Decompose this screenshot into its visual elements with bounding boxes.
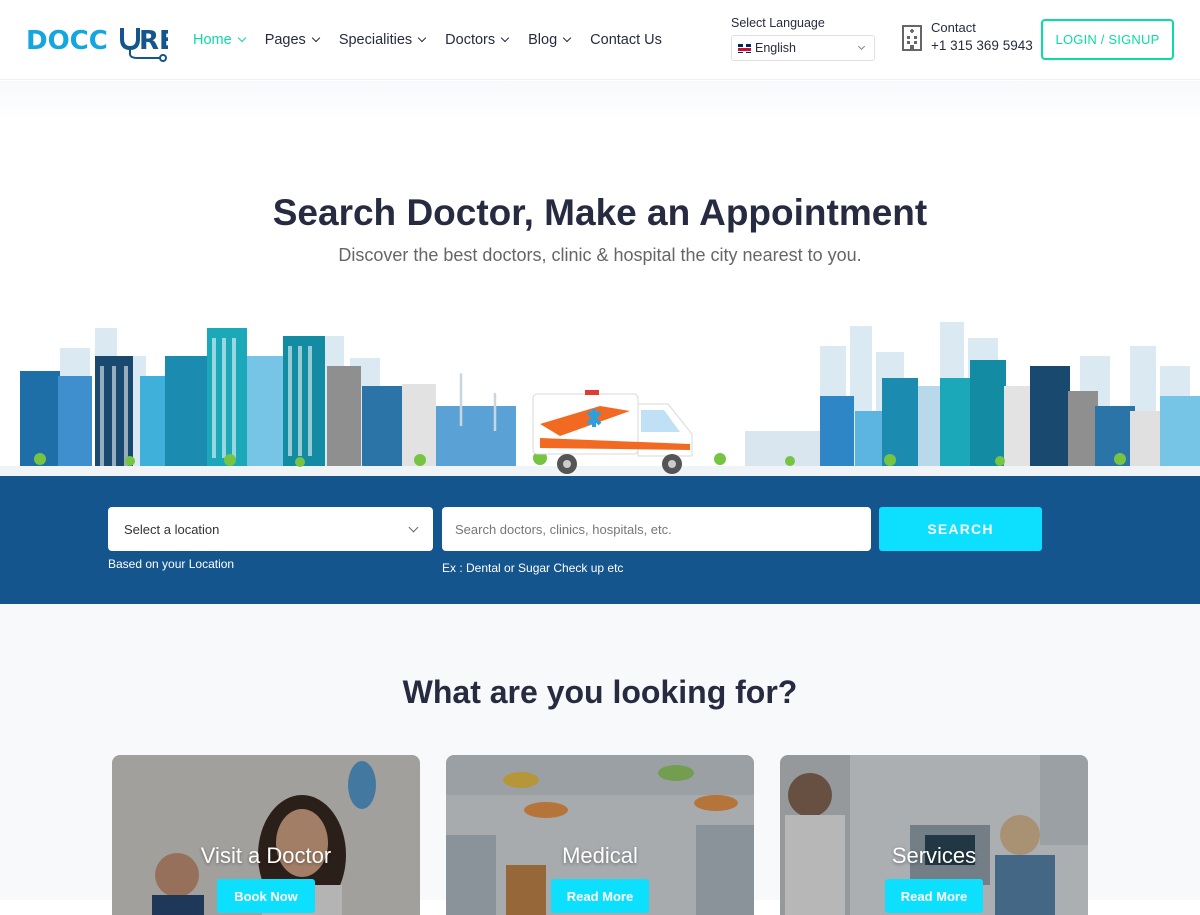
search-band: Select a location Based on your Location… — [0, 476, 1200, 604]
search-hint: Ex : Dental or Sugar Check up etc — [442, 561, 624, 575]
chevron-down-icon — [500, 33, 510, 43]
section-title: What are you looking for? — [402, 674, 798, 710]
nav-specialities-label: Specialities — [338, 32, 413, 48]
language-label: Select Language — [731, 16, 825, 30]
hospital-building-icon — [902, 24, 922, 51]
read-more-button[interactable]: Read More — [551, 879, 649, 913]
book-now-button[interactable]: Book Now — [217, 879, 315, 913]
nav-contact-us-label: Contact Us — [590, 32, 662, 48]
city-illustration — [0, 322, 1200, 476]
contact-info: Contact +1 315 369 5943 — [899, 20, 1033, 53]
logo[interactable]: DOCC RE — [26, 22, 177, 62]
card-title: Services — [891, 843, 977, 868]
read-more-button[interactable]: Read More — [885, 879, 983, 913]
card-title: Visit a Doctor — [200, 843, 332, 868]
chevron-down-icon — [237, 33, 246, 43]
login-signup-button[interactable]: LOGIN / SIGNUP — [1041, 19, 1174, 60]
card-medical[interactable]: Medical Read More — [446, 755, 754, 915]
contact-phone[interactable]: +1 315 369 5943 — [931, 38, 1033, 53]
logo-text-a: DOCC — [26, 26, 108, 56]
card-services[interactable]: Services Read More — [780, 755, 1088, 915]
nav-home-label: Home — [193, 32, 232, 48]
hero-title: Search Doctor, Make an Appointment — [272, 192, 928, 233]
chevron-down-icon — [857, 42, 866, 51]
location-hint: Based on your Location — [108, 557, 235, 571]
main-nav: Home Pages Specialities Doctors Blog Con… — [193, 30, 682, 50]
nav-contact-us[interactable]: Contact Us — [590, 30, 662, 50]
ambulance-icon — [532, 390, 693, 474]
language-select[interactable]: English — [731, 35, 875, 61]
chevron-down-icon — [417, 33, 427, 43]
hero-section: Search Doctor, Make an Appointment Disco… — [0, 81, 1200, 476]
nav-pages-label: Pages — [264, 32, 306, 48]
nav-home[interactable]: Home — [193, 30, 246, 50]
nav-blog-label: Blog — [528, 32, 558, 48]
stethoscope-icon — [120, 28, 140, 51]
uk-flag-icon — [738, 43, 751, 53]
contact-label: Contact — [931, 20, 976, 35]
search-button[interactable]: SEARCH — [879, 507, 1042, 551]
location-select-value: Select a location — [124, 521, 220, 537]
language-selector: Select Language English — [731, 16, 875, 61]
looking-for-section: What are you looking for? Visit a Doctor… — [0, 604, 1200, 915]
chevron-down-icon — [408, 522, 419, 533]
card-visit-doctor[interactable]: Visit a Doctor Book Now — [112, 755, 420, 915]
logo-graphic: DOCC RE — [26, 26, 177, 62]
location-select[interactable]: Select a location — [108, 507, 433, 551]
nav-pages[interactable]: Pages — [264, 30, 321, 50]
nav-blog[interactable]: Blog — [528, 30, 572, 50]
search-input[interactable] — [442, 507, 871, 551]
nav-specialities[interactable]: Specialities — [338, 30, 427, 50]
logo-text-b: RE — [139, 26, 168, 56]
language-selected: English — [755, 41, 796, 55]
hero-subtitle: Discover the best doctors, clinic & hosp… — [338, 245, 862, 265]
chevron-down-icon — [311, 33, 321, 43]
site-header: DOCC RE Home Pages Specialities Doctors … — [0, 0, 1200, 80]
chevron-down-icon — [562, 33, 572, 43]
nav-doctors[interactable]: Doctors — [445, 30, 510, 50]
card-title: Medical — [562, 843, 638, 868]
nav-doctors-label: Doctors — [445, 32, 496, 48]
